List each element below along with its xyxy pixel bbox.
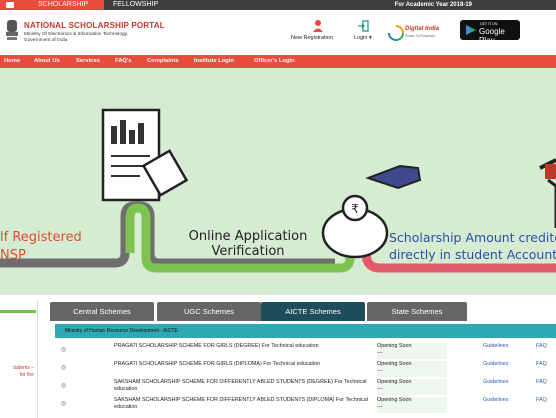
tab-ugc-schemes[interactable]: UGC Schemes — [157, 302, 261, 321]
step1-line2: NSP — [0, 248, 26, 263]
academic-year: For Academic Year 2018-19 — [394, 2, 472, 8]
faq-link[interactable]: FAQ — [536, 379, 547, 385]
faq-link[interactable]: FAQ — [536, 397, 547, 403]
digital-india-tagline: Power To Empower — [405, 34, 436, 38]
step1-line1: elf Registered — [0, 230, 82, 245]
main-nav: Home About Us Services FAQ's Complaints … — [0, 55, 556, 68]
status-subtext: --- — [377, 404, 383, 410]
digital-india-text: Digital India — [405, 26, 440, 32]
site-title[interactable]: NATIONAL SCHOLARSHIP PORTAL — [24, 21, 165, 30]
expand-icon[interactable]: ◎ — [61, 364, 66, 371]
svg-text:₹: ₹ — [351, 202, 359, 216]
scheme-name: PRAGATI SCHOLARSHIP SCHEME FOR GIRLS (DE… — [114, 343, 319, 349]
google-play-icon — [466, 25, 476, 35]
nav-services[interactable]: Services — [76, 55, 100, 68]
sidebar-text-line1: tudents – — [13, 365, 34, 371]
tab-aicte-schemes[interactable]: AICTE Schemes — [261, 302, 365, 321]
status-text: Opening Soon — [377, 397, 412, 403]
digital-india-icon — [388, 25, 404, 41]
site-subtitle: Ministry Of Electronics & Information Te… — [24, 32, 154, 44]
login-icon[interactable] — [357, 20, 369, 32]
step3-line1: Scholarship Amount credite — [389, 230, 556, 245]
status-subtext: --- — [377, 350, 383, 356]
login-dropdown[interactable]: Login ▾ — [354, 35, 372, 41]
google-play-badge[interactable]: GET IT ON Google Play — [460, 20, 520, 45]
hero-illustration: ₹ elf Registered NSP Online Application … — [0, 108, 556, 273]
status-text: Opening Soon — [377, 379, 412, 385]
guidelines-link[interactable]: Guidelines — [483, 361, 508, 367]
scheme-status: Opening Soon --- — [377, 343, 447, 359]
sidebar-accent — [0, 310, 36, 313]
step3-line2: directly in student Account — [389, 247, 556, 262]
step2-line1: Online Application — [189, 229, 308, 244]
scheme-name: PRAGATI SCHOLARSHIP SCHEME FOR GIRLS (DI… — [114, 361, 321, 367]
step2-line2: Verification — [211, 244, 284, 259]
guidelines-link[interactable]: Guidelines — [483, 397, 508, 403]
digital-india-logo: Digital India Power To Empower — [388, 22, 448, 46]
application-document-icon — [101, 108, 189, 202]
expand-icon[interactable]: ◎ — [61, 346, 66, 353]
tab-state-schemes[interactable]: State Schemes — [367, 302, 467, 321]
subtitle-line2: Government of India — [24, 38, 68, 43]
status-text: Opening Soon — [377, 343, 412, 349]
user-add-icon[interactable] — [312, 19, 324, 33]
status-text: Opening Soon — [377, 361, 412, 367]
nav-institute-login[interactable]: Institute Login — [194, 55, 234, 68]
schemes-section: tudents – for the Central Schemes UGC Sc… — [0, 295, 556, 418]
scheme-row: ◎ SAKSHAM SCHOLARSHIP SCHEME FOR DIFFERE… — [55, 395, 556, 413]
scheme-status: Opening Soon --- — [377, 379, 447, 395]
faq-link[interactable]: FAQ — [536, 361, 547, 367]
top-bar: SCHOLARSHIP FELLOWSHIP For Academic Year… — [0, 0, 556, 10]
ministry-heading-text: Ministry of Human Resource Development -… — [65, 328, 178, 334]
sidebar-text-line2: for the — [19, 372, 34, 378]
ministry-heading: Ministry of Human Resource Development -… — [55, 324, 556, 338]
nav-officers-login[interactable]: Officer's Login — [254, 55, 295, 68]
header: NATIONAL SCHOLARSHIP PORTAL Ministry Of … — [0, 10, 556, 56]
scheme-row: ◎ PRAGATI SCHOLARSHIP SCHEME FOR GIRLS (… — [55, 359, 556, 377]
gplay-get-text: GET IT ON — [480, 22, 498, 26]
scholarship-icon — [6, 2, 14, 8]
chevron-down-icon: ▾ — [369, 35, 372, 41]
guidelines-link[interactable]: Guidelines — [483, 343, 508, 349]
scheme-row: ◎ SAKSHAM SCHOLARSHIP SCHEME FOR DIFFERE… — [55, 377, 556, 395]
nav-home[interactable]: Home — [4, 55, 20, 68]
expand-icon[interactable]: ◎ — [61, 382, 66, 389]
scheme-status: Opening Soon --- — [377, 397, 447, 413]
nav-faqs[interactable]: FAQ's — [115, 55, 132, 68]
status-subtext: --- — [377, 386, 383, 392]
guidelines-link[interactable]: Guidelines — [483, 379, 508, 385]
sidebar-text[interactable]: tudents – for the — [13, 365, 34, 379]
scheme-name: SAKSHAM SCHOLARSHIP SCHEME FOR DIFFERENT… — [114, 379, 367, 392]
emblem-icon — [6, 20, 18, 40]
new-registration-link[interactable]: New Registration — [291, 35, 333, 41]
expand-icon[interactable]: ◎ — [61, 400, 66, 407]
login-label: Login — [354, 35, 368, 41]
tab-scholarship[interactable]: SCHOLARSHIP — [38, 0, 88, 10]
tab-fellowship[interactable]: FELLOWSHIP — [113, 0, 158, 10]
left-sidebar: tudents – for the — [0, 300, 38, 418]
status-subtext: --- — [377, 368, 383, 374]
scheme-row: ◎ PRAGATI SCHOLARSHIP SCHEME FOR GIRLS (… — [55, 341, 556, 359]
scheme-name: SAKSHAM SCHOLARSHIP SCHEME FOR DIFFERENT… — [114, 397, 368, 410]
nav-complaints[interactable]: Complaints — [147, 55, 179, 68]
scheme-status: Opening Soon --- — [377, 361, 447, 377]
gplay-name-text: Google Play — [479, 27, 505, 45]
nav-about-us[interactable]: About Us — [34, 55, 60, 68]
tab-central-schemes[interactable]: Central Schemes — [50, 302, 154, 321]
faq-link[interactable]: FAQ — [536, 343, 547, 349]
hero-banner: ₹ elf Registered NSP Online Application … — [0, 68, 556, 295]
